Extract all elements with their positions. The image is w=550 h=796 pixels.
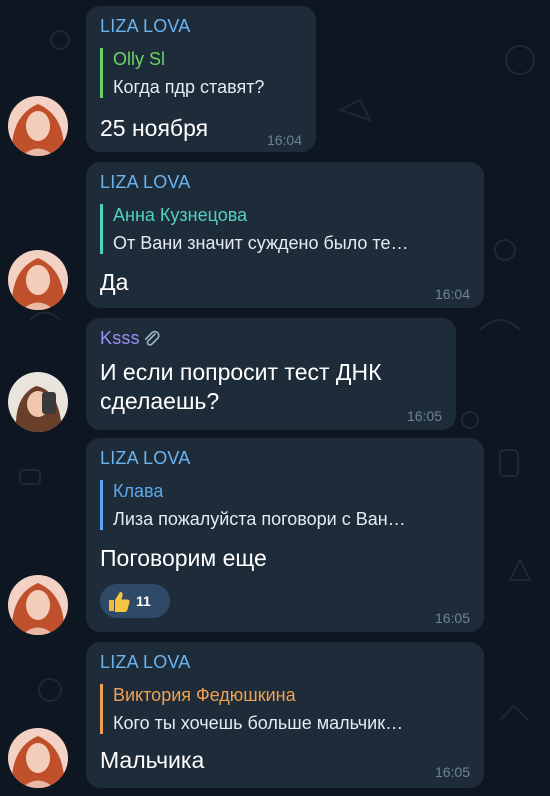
user-photo xyxy=(8,250,68,310)
message-time: 16:04 xyxy=(266,132,302,148)
message-bubble[interactable]: LIZA LOVA Olly Sl Когда пдр ставят? 25 н… xyxy=(86,6,316,152)
avatar[interactable] xyxy=(8,728,68,788)
reply-quote[interactable]: Виктория Федюшкина Кого ты хочешь больше… xyxy=(100,684,403,734)
user-photo xyxy=(8,372,68,432)
sender-name[interactable]: LIZA LOVA xyxy=(100,448,191,469)
reply-quote[interactable]: Клава Лиза пожалуйста поговори с Ван… xyxy=(100,480,406,530)
thumbs-up-icon xyxy=(109,592,130,612)
reply-quote[interactable]: Анна Кузнецова От Вани значит суждено бы… xyxy=(100,204,408,254)
avatar[interactable] xyxy=(8,96,68,156)
reply-author: Клава xyxy=(113,481,164,501)
avatar[interactable] xyxy=(8,575,68,635)
message-bubble[interactable]: LIZA LOVA Виктория Федюшкина Кого ты хоч… xyxy=(86,642,484,788)
message-text: И если попросит тест ДНК сделаешь? xyxy=(100,358,382,416)
message-text: Поговорим еще xyxy=(100,545,267,571)
message-bubble[interactable]: Ksss И если попросит тест ДНК сделаешь? … xyxy=(86,318,456,430)
reply-snippet: Лиза пожалуйста поговори с Ван… xyxy=(113,509,406,529)
reply-snippet: Когда пдр ставят? xyxy=(113,77,265,97)
sender-name[interactable]: LIZA LOVA xyxy=(100,16,191,37)
sender-name[interactable]: LIZA LOVA xyxy=(100,172,191,193)
reaction-count: 11 xyxy=(136,593,151,609)
sender-name[interactable]: LIZA LOVA xyxy=(100,652,191,673)
user-photo xyxy=(8,96,68,156)
message-bubble[interactable]: LIZA LOVA Клава Лиза пожалуйста поговори… xyxy=(86,438,484,632)
user-photo xyxy=(8,575,68,635)
message-time: 16:04 xyxy=(434,286,470,302)
message-text: 25 ноября xyxy=(100,115,209,141)
message-text: Мальчика xyxy=(100,747,205,773)
paperclip-icon xyxy=(144,330,160,346)
user-photo xyxy=(8,728,68,788)
avatar[interactable] xyxy=(8,250,68,310)
message-line: сделаешь? xyxy=(100,388,220,414)
message-time: 16:05 xyxy=(434,764,470,780)
message-line: И если попросит тест ДНК xyxy=(100,359,382,385)
reply-quote[interactable]: Olly Sl Когда пдр ставят? xyxy=(100,48,264,98)
sender-label: Ksss xyxy=(100,328,140,348)
message-text: Да xyxy=(100,269,129,295)
message-bubble[interactable]: LIZA LOVA Анна Кузнецова От Вани значит … xyxy=(86,162,484,308)
reply-author: Виктория Федюшкина xyxy=(113,685,296,705)
message-time: 16:05 xyxy=(434,610,470,626)
sender-name[interactable]: Ksss xyxy=(100,328,162,349)
reaction-chip[interactable]: 11 xyxy=(100,584,170,618)
message-time: 16:05 xyxy=(406,408,442,424)
avatar[interactable] xyxy=(8,372,68,432)
reply-snippet: Кого ты хочешь больше мальчик… xyxy=(113,713,404,733)
reply-author: Olly Sl xyxy=(113,49,166,69)
reply-author: Анна Кузнецова xyxy=(113,205,248,225)
reply-snippet: От Вани значит суждено было те… xyxy=(113,233,409,253)
